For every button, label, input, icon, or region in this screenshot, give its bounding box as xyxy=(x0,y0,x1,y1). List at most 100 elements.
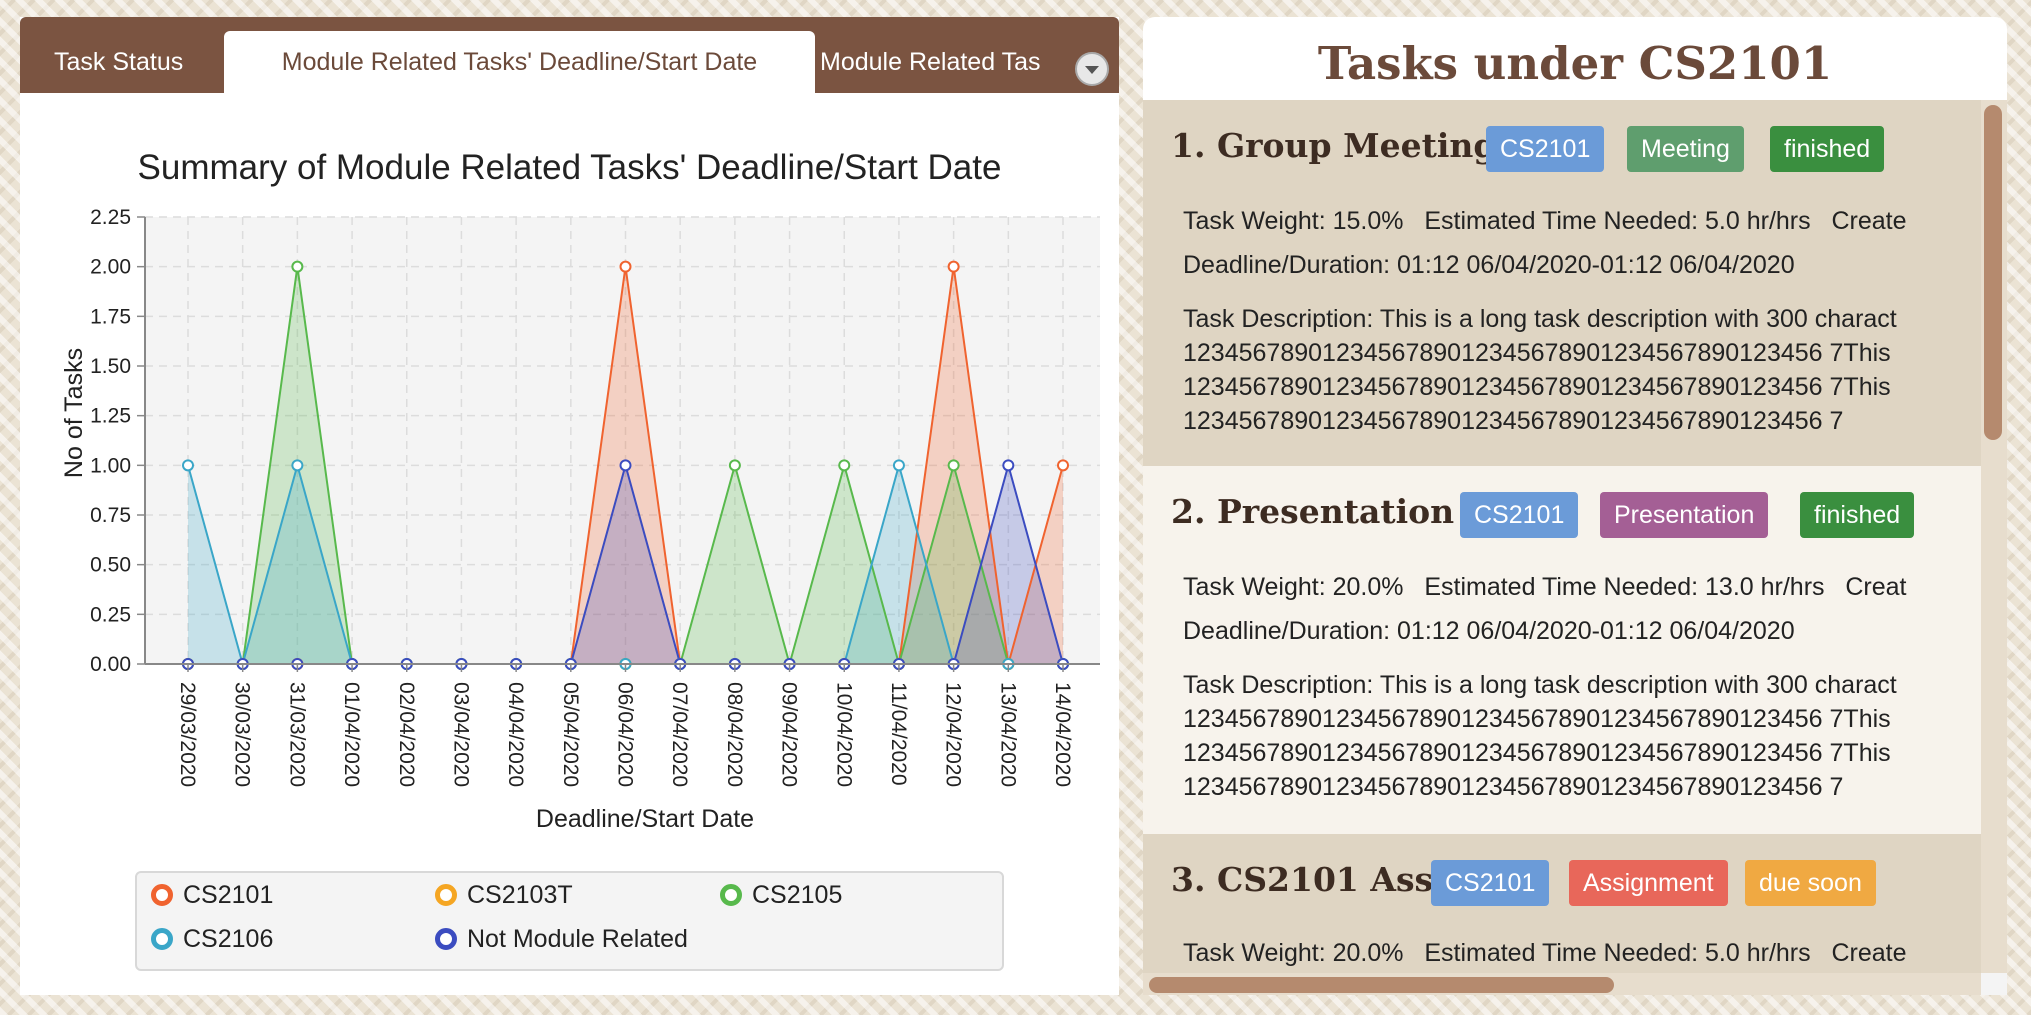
tab-overflow-dropdown-icon[interactable] xyxy=(1075,52,1109,86)
x-tick-label: 29/03/2020 xyxy=(176,682,199,787)
data-point-cs2101 xyxy=(619,260,632,273)
x-tick-label: 12/04/2020 xyxy=(942,682,965,787)
module-tag: CS2101 xyxy=(1431,860,1550,906)
chart-svg: 0.00 0.25 0.50 0.75 1.00 1.25 1.50 1.75 2.00 2.25… xyxy=(90,206,1100,787)
tab-module-deadline[interactable]: Module Related Tasks' Deadline/Start Dat… xyxy=(224,31,815,93)
data-point-not-module-related xyxy=(1002,459,1015,472)
task-list-title: Tasks under CS2101 xyxy=(1317,37,1833,90)
status-tag: finished xyxy=(1800,492,1915,538)
y-tick-label: 0.50 xyxy=(90,554,131,577)
task-weight-line: Task Weight: 20.0% Estimated Time Needed… xyxy=(1183,939,1907,967)
vertical-scrollbar-thumb[interactable] xyxy=(1984,105,2002,440)
y-tick-label: 1.50 xyxy=(90,355,131,378)
legend-label: CS2106 xyxy=(183,925,274,953)
x-tick-label: 31/03/2020 xyxy=(285,682,308,787)
legend-label: CS2103T xyxy=(467,881,573,909)
scroll-corner xyxy=(1981,973,2007,995)
task-description-line: 1234567890123456789012345678901234567890… xyxy=(1183,773,1844,801)
task-weight-line: Task Weight: 20.0% Estimated Time Needed… xyxy=(1183,573,1907,601)
x-tick-label: 01/04/2020 xyxy=(340,682,363,787)
data-point-not-module-related xyxy=(619,459,632,472)
task-card[interactable]: 2. Presentation 1 CS2101 Presentation fi… xyxy=(1143,466,1983,834)
tab-task-status[interactable]: Task Status xyxy=(54,31,204,93)
chart-title: Summary of Module Related Tasks' Deadlin… xyxy=(137,148,1002,187)
x-tick-label: 10/04/2020 xyxy=(832,682,855,787)
type-tag: Presentation xyxy=(1600,492,1769,538)
x-tick-label: 11/04/2020 xyxy=(887,682,910,786)
legend-label: CS2105 xyxy=(752,881,843,909)
y-axis-label: No of Tasks xyxy=(60,347,88,479)
legend-item-cs2106: CS2106 xyxy=(151,923,273,955)
module-tag: CS2101 xyxy=(1460,492,1579,538)
type-tag: Meeting xyxy=(1627,126,1744,172)
data-point-cs2101 xyxy=(947,260,960,273)
chart-panel: Task Status Module Related Tasks' Deadli… xyxy=(20,17,1119,995)
legend-marker-icon xyxy=(435,928,457,950)
status-tag: due soon xyxy=(1745,860,1876,906)
type-tag: Assignment xyxy=(1569,860,1728,906)
x-tick-label: 05/04/2020 xyxy=(559,682,582,787)
data-point-cs2105 xyxy=(947,459,960,472)
tab-bar: Task Status Module Related Tasks' Deadli… xyxy=(20,17,1119,93)
task-description-line: 1234567890123456789012345678901234567890… xyxy=(1183,705,1891,733)
task-weight-line: Task Weight: 15.0% Estimated Time Needed… xyxy=(1183,207,1907,235)
task-title: 3. CS2101 Ass 1 xyxy=(1171,860,1468,899)
task-card[interactable]: 3. CS2101 Ass 1 CS2101 Assignment due so… xyxy=(1143,834,1983,986)
task-deadline-line: Deadline/Duration: 01:12 06/04/2020-01:1… xyxy=(1183,617,1795,645)
legend-item-cs2105: CS2105 xyxy=(720,879,842,911)
y-tick-label: 0.75 xyxy=(90,504,131,527)
x-tick-label: 03/04/2020 xyxy=(449,682,472,787)
legend-label: Not Module Related xyxy=(467,925,688,953)
data-point-cs2106 xyxy=(892,459,905,472)
task-description-line: 1234567890123456789012345678901234567890… xyxy=(1183,739,1891,767)
data-point-cs2106 xyxy=(291,459,304,472)
task-description-line: Task Description: This is a long task de… xyxy=(1183,671,1897,699)
legend-label: CS2101 xyxy=(183,881,274,909)
module-tag: CS2101 xyxy=(1486,126,1605,172)
legend-marker-icon xyxy=(151,884,173,906)
data-point-cs2101 xyxy=(1057,459,1069,472)
y-tick-label: 0.25 xyxy=(90,603,131,626)
x-tick-label: 06/04/2020 xyxy=(614,682,637,787)
x-tick-label: 13/04/2020 xyxy=(996,682,1019,787)
y-tick-label: 1.00 xyxy=(90,454,131,477)
x-tick-label: 02/04/2020 xyxy=(395,682,418,787)
legend-item-cs2103t: CS2103T xyxy=(435,879,573,911)
x-tick-label: 08/04/2020 xyxy=(723,682,746,787)
x-tick-label: 04/04/2020 xyxy=(504,682,527,787)
status-tag: finished xyxy=(1770,126,1885,172)
x-axis-label: Deadline/Start Date xyxy=(535,805,755,833)
legend-marker-icon xyxy=(720,884,742,906)
task-description-line: 1234567890123456789012345678901234567890… xyxy=(1183,373,1891,401)
tab-module-related-tasks[interactable]: Module Related Tas xyxy=(820,31,1080,93)
y-tick-label: 2.00 xyxy=(90,256,131,279)
y-tick-label: 2.25 xyxy=(90,206,131,229)
data-point-cs2105 xyxy=(728,459,741,472)
task-list[interactable]: 1. Group Meeting 1 CS2101 Meeting finish… xyxy=(1143,100,1983,986)
legend-marker-icon xyxy=(151,928,173,950)
x-tick-label: 30/03/2020 xyxy=(231,682,254,787)
y-tick-label: 1.25 xyxy=(90,405,131,428)
data-point-cs2105 xyxy=(838,459,851,472)
legend-item-cs2101: CS2101 xyxy=(151,879,273,911)
task-description-line: Task Description: This is a long task de… xyxy=(1183,305,1897,333)
y-tick-label: 1.75 xyxy=(90,305,131,328)
task-title: 2. Presentation 1 xyxy=(1171,492,1489,531)
task-card[interactable]: 1. Group Meeting 1 CS2101 Meeting finish… xyxy=(1143,100,1983,466)
chart-legend: CS2101 CS2103T CS2105 CS2106 Not Module Rela… xyxy=(135,871,1004,971)
task-title: 1. Group Meeting 1 xyxy=(1171,126,1531,165)
task-description-line: 1234567890123456789012345678901234567890… xyxy=(1183,407,1844,435)
x-tick-label: 09/04/2020 xyxy=(778,682,801,787)
task-deadline-line: Deadline/Duration: 01:12 06/04/2020-01:1… xyxy=(1183,251,1795,279)
horizontal-scrollbar-thumb[interactable] xyxy=(1149,977,1614,993)
chart-area: 0.00 0.25 0.50 0.75 1.00 1.25 1.50 1.75 2.00 2.25… xyxy=(20,93,1119,995)
task-list-panel: Tasks under CS2101 1. Group Meeting 1 CS… xyxy=(1143,17,2007,995)
data-point-cs2106 xyxy=(182,459,194,472)
x-tick-label: 07/04/2020 xyxy=(668,682,691,787)
task-description-line: 1234567890123456789012345678901234567890… xyxy=(1183,339,1891,367)
y-tick-label: 0.00 xyxy=(90,653,131,676)
legend-marker-icon xyxy=(435,884,457,906)
data-point-cs2105 xyxy=(291,260,304,273)
legend-item-not-module-related: Not Module Related xyxy=(435,923,688,955)
x-tick-label: 14/04/2020 xyxy=(1051,682,1074,787)
